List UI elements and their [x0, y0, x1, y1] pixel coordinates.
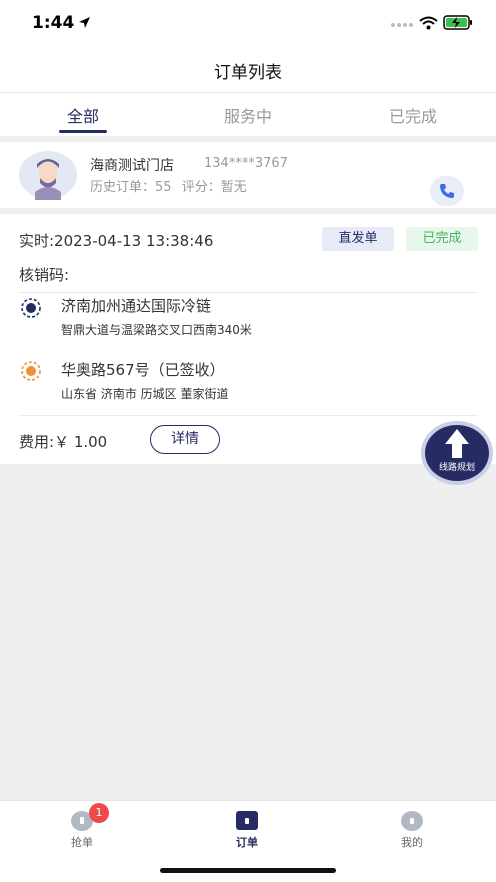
- dropoff-point-icon: [21, 361, 41, 381]
- store-avatar: [19, 151, 77, 200]
- divider: [19, 415, 478, 416]
- tabbar-item-orders[interactable]: 订单: [197, 801, 297, 861]
- tab-all[interactable]: 全部: [23, 103, 143, 127]
- nav-bar: 订单列表: [0, 48, 496, 92]
- orders-icon: [236, 811, 258, 830]
- dropoff-address: 山东省 济南市 历城区 董家街道: [61, 387, 229, 401]
- tabbar-label-orders: 订单: [236, 836, 258, 849]
- tab-completed[interactable]: 已完成: [353, 103, 473, 127]
- status-time: 1:44: [32, 13, 75, 33]
- route-planning-icon: 线路规划: [421, 421, 493, 485]
- verify-code-label: 核销码:: [19, 266, 70, 284]
- route-planning-label: 线路规划: [439, 461, 475, 473]
- signal-icon: [391, 23, 413, 27]
- pickup-point-icon: [21, 298, 41, 318]
- history-orders: 历史订单：55: [90, 180, 172, 195]
- order-tabs: 全部 服务中 已完成: [0, 92, 496, 136]
- page-title: 订单列表: [214, 63, 282, 83]
- order-status-badge: 已完成: [406, 227, 478, 251]
- status-bar: 1:44: [0, 0, 496, 48]
- tabbar-label-mine: 我的: [401, 836, 423, 849]
- call-button[interactable]: [430, 176, 464, 206]
- tabbar-item-mine[interactable]: 我的: [362, 801, 462, 861]
- store-name: 海商测试门店: [90, 158, 174, 174]
- active-tab-indicator: [59, 130, 107, 133]
- tab-in-service[interactable]: 服务中: [188, 103, 308, 127]
- home-indicator: [160, 868, 336, 873]
- store-rating: 评分：暂无: [181, 180, 247, 195]
- route-planning-button[interactable]: 线路规划: [420, 420, 494, 486]
- order-type-badge: 直发单: [322, 227, 394, 251]
- phone-icon: [440, 184, 454, 198]
- unread-count-badge: 1: [89, 803, 109, 823]
- profile-icon: [401, 811, 423, 831]
- pickup-address: 智鼎大道与温梁路交叉口西南340米: [61, 323, 252, 337]
- detail-button[interactable]: 详情: [150, 425, 220, 454]
- pickup-name: 济南加州通达国际冷链: [61, 297, 212, 315]
- wifi-icon: [419, 16, 438, 30]
- store-card: 海商测试门店 134****3767 历史订单：55 评分：暂无: [0, 142, 496, 208]
- store-phone: 134****3767: [204, 156, 288, 171]
- location-arrow-icon: [79, 17, 90, 28]
- tabbar-label-grab: 抢单: [71, 836, 93, 849]
- dropoff-name: 华奥路567号（已签收）: [61, 361, 225, 379]
- store-stats: 历史订单：55 评分：暂无: [90, 176, 253, 195]
- divider: [19, 292, 478, 293]
- order-fee: 费用:￥ 1.00: [19, 433, 108, 451]
- tabbar-item-grab[interactable]: 抢单: [32, 801, 132, 861]
- battery-charging-icon: [443, 15, 472, 30]
- order-time: 实时:2023-04-13 13:38:46: [19, 232, 214, 250]
